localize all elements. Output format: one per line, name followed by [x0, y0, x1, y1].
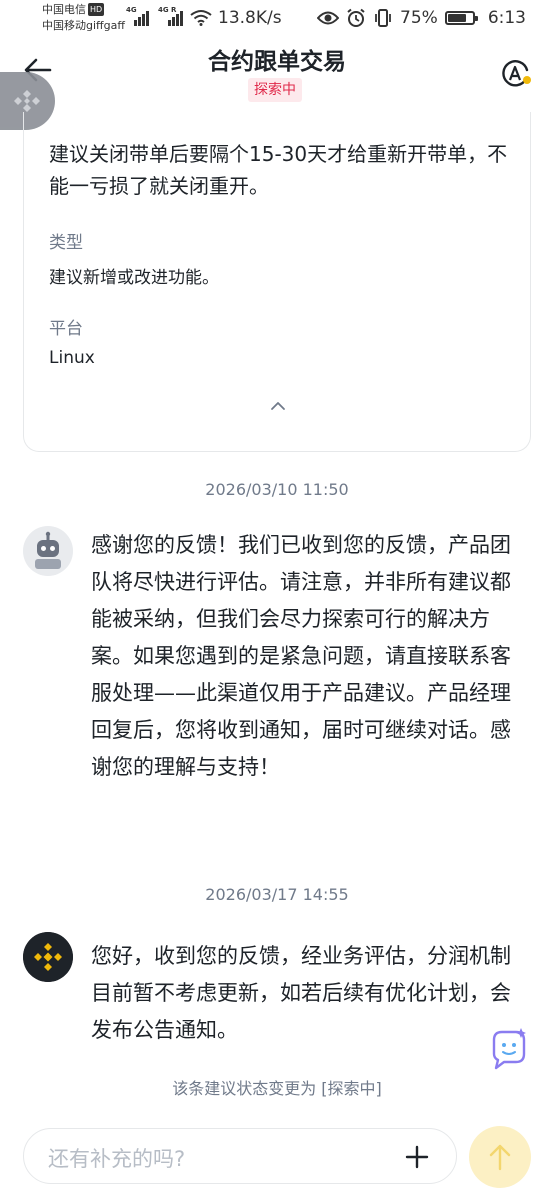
- hd-badge: HD: [88, 3, 105, 16]
- arrow-up-icon: [489, 1144, 511, 1171]
- suggestion-card: 建议关闭带单后要隔个15-30天才给重新开带单，不能一亏损了就关闭重开。 类型 …: [23, 112, 531, 452]
- binance-logo-icon: [14, 90, 40, 112]
- message-text: 感谢您的反馈！我们已收到您的反馈，产品团队将尽快进行评估。请注意，并非所有建议都…: [91, 533, 511, 779]
- message-input[interactable]: 还有补充的吗?: [23, 1128, 457, 1184]
- add-attachment-button[interactable]: [404, 1144, 430, 1170]
- battery-icon: [444, 11, 478, 25]
- vibrate-icon: [375, 9, 391, 27]
- platform-value: Linux: [49, 348, 95, 368]
- type-value: 建议新增或改进功能。: [49, 268, 219, 288]
- robot-icon: [23, 526, 73, 576]
- carrier-1: 中国电信 HD: [42, 3, 105, 16]
- translate-button[interactable]: [500, 58, 532, 90]
- binance-logo-icon: [23, 932, 73, 982]
- page-title: 合约跟单交易: [208, 49, 346, 75]
- eye-icon: [317, 11, 340, 25]
- translate-icon: [502, 60, 531, 87]
- type-label: 类型: [49, 233, 83, 253]
- signal-icon-1: 4G: [126, 6, 152, 26]
- collapse-button[interactable]: [267, 398, 289, 414]
- status-bar: 中国电信 HD 中国移动giffgaff 4G 4G R 13.8K/s 75%…: [0, 0, 554, 36]
- chevron-up-icon: [271, 402, 285, 410]
- ai-assistant-button[interactable]: [488, 1026, 528, 1070]
- input-placeholder: 还有补充的吗?: [48, 1147, 186, 1171]
- suggestion-text: 建议关闭带单后要隔个15-30天才给重新开带单，不能一亏损了就关闭重开。: [49, 142, 508, 198]
- wifi-icon: [190, 10, 212, 26]
- plus-icon: [405, 1145, 429, 1169]
- alarm-icon: [347, 8, 365, 27]
- message-timestamp: 2026/03/10 11:50: [205, 480, 349, 499]
- platform-label: 平台: [49, 319, 83, 339]
- avatar: [23, 932, 73, 982]
- status-change-notice: 该条建议状态变更为 [探索中]: [172, 1079, 382, 1098]
- battery-percent: 75%: [400, 8, 438, 28]
- send-button[interactable]: [469, 1126, 531, 1188]
- header: 合约跟单交易 探索中: [0, 36, 554, 108]
- status-badge: 探索中: [248, 78, 302, 102]
- assistant-face-icon: [492, 1028, 526, 1070]
- carrier-2: 中国移动giffgaff: [42, 19, 125, 32]
- signal-icon-2: 4G R: [158, 6, 186, 26]
- avatar: [23, 526, 73, 576]
- net-speed: 13.8K/s: [218, 8, 282, 28]
- message-text: 您好，收到您的反馈，经业务评估，分润机制目前暂不考虑更新，如若后续有优化计划，会…: [91, 944, 511, 1042]
- clock: 6:13: [487, 8, 526, 28]
- message-timestamp: 2026/03/17 14:55: [205, 885, 349, 904]
